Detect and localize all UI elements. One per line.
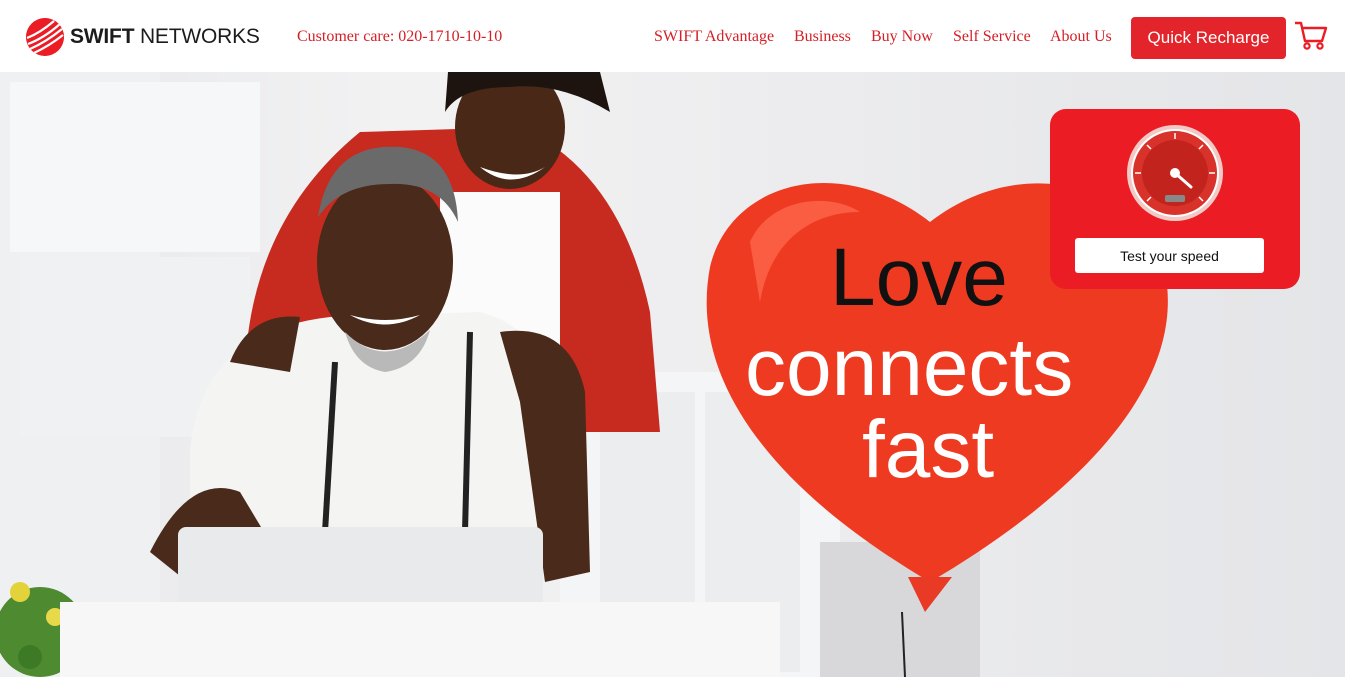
speed-test-widget: Test your speed [1050,109,1300,289]
shopping-cart-icon[interactable] [1294,18,1328,52]
brand-name: SWIFT NETWORKS [70,25,260,48]
swift-networks-logo[interactable]: SWIFT NETWORKS [26,18,260,56]
speedometer-icon [1125,123,1225,223]
nav-buy-now[interactable]: Buy Now [871,28,933,46]
test-your-speed-button[interactable]: Test your speed [1075,238,1264,273]
swift-logo-icon [26,18,64,56]
nav-swift-advantage[interactable]: SWIFT Advantage [654,28,774,46]
customer-care-phone[interactable]: Customer care: 020-1710-10-10 [297,28,502,46]
slogan-line-connects: connects [745,322,1074,413]
quick-recharge-button[interactable]: Quick Recharge [1131,17,1286,59]
slogan-line-fast: fast [862,404,995,495]
nav-about-us[interactable]: About Us [1050,28,1112,46]
nav-self-service[interactable]: Self Service [953,28,1031,46]
slogan-line-love: Love [830,232,1008,323]
nav-business[interactable]: Business [794,28,851,46]
site-header: SWIFT NETWORKS Customer care: 020-1710-1… [0,0,1345,72]
